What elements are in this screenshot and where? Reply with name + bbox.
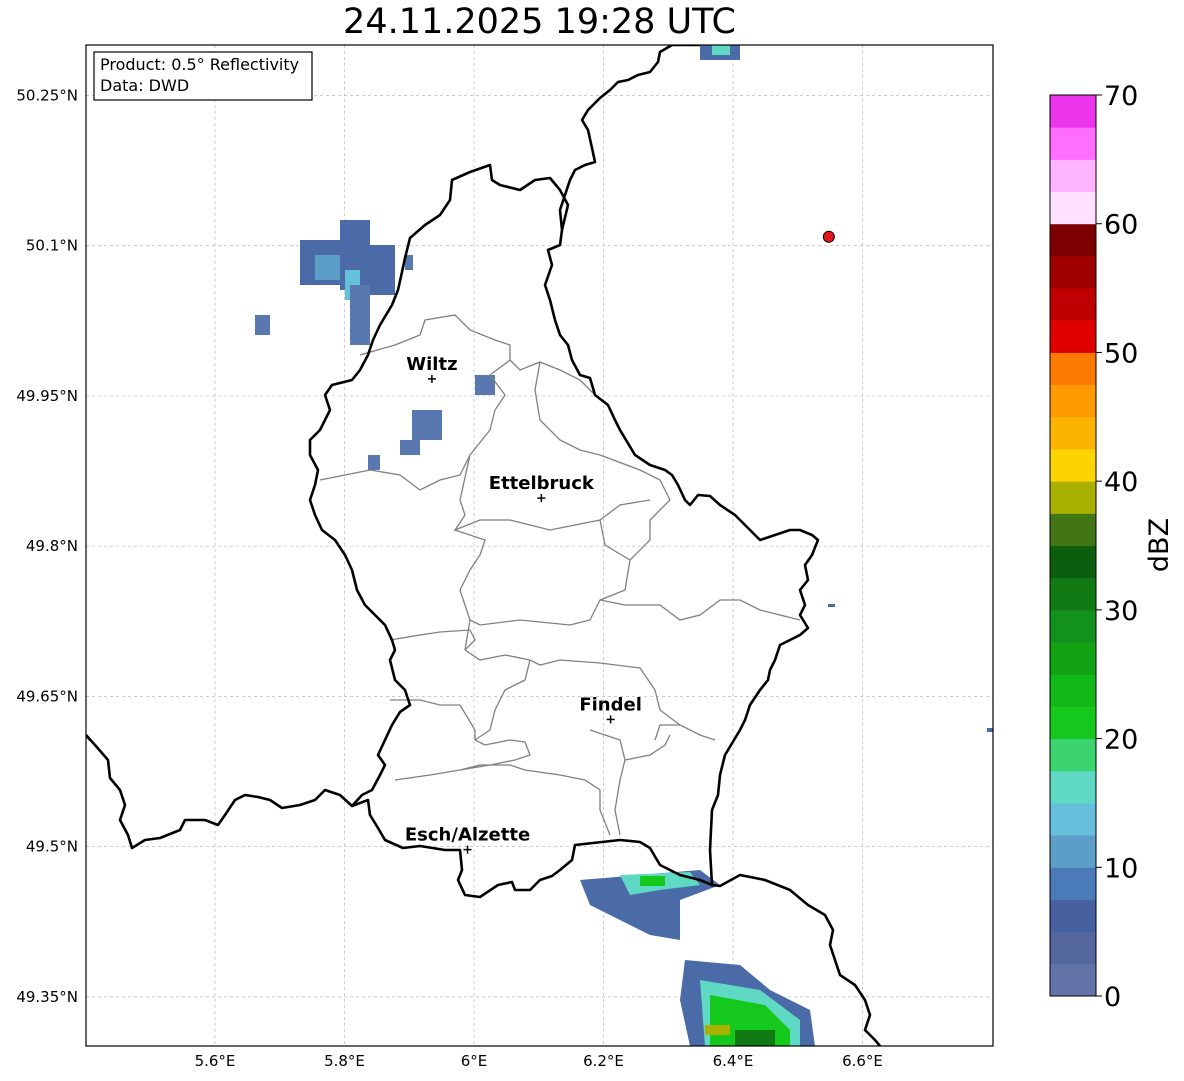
city-label: Esch/Alzette	[405, 825, 530, 846]
city-label: Wiltz	[406, 354, 457, 375]
lat-tick-label: 49.5°N	[26, 838, 78, 856]
lon-tick-label: 6.2°E	[583, 1052, 624, 1070]
info-product: Product: 0.5° Reflectivity	[100, 55, 299, 74]
lat-tick-label: 49.8°N	[26, 537, 78, 555]
lat-tick-label: 49.65°N	[16, 687, 78, 705]
echo-cluster-northwest	[255, 220, 413, 345]
grid-lines	[86, 45, 993, 1046]
echo-cluster-top	[700, 45, 740, 60]
lat-tick-label: 50.1°N	[26, 237, 78, 255]
lat-tick-label: 49.35°N	[16, 988, 78, 1006]
lon-tick-label: 5.6°E	[195, 1052, 236, 1070]
latitude-axis: 50.25°N 50.1°N 49.95°N 49.8°N 49.65°N 49.5°N 4…	[16, 87, 78, 1006]
radar-site-marker	[822, 230, 835, 243]
lat-tick-label: 49.95°N	[16, 387, 78, 405]
info-box: Product: 0.5° Reflectivity Data: DWD	[93, 51, 313, 101]
lon-tick-label: 6.6°E	[842, 1052, 883, 1070]
lon-tick-label: 6.4°E	[713, 1052, 754, 1070]
lon-tick-label: 6°E	[461, 1052, 488, 1070]
info-source: Data: DWD	[100, 76, 189, 95]
city-label: Findel	[579, 694, 642, 715]
canton-borders	[319, 314, 801, 836]
map-frame	[85, 44, 994, 1047]
city-label: Ettelbruck	[489, 473, 595, 494]
longitude-axis: 5.6°E 5.8°E 6°E 6.2°E 6.4°E 6.6°E	[195, 1052, 883, 1070]
radar-echoes	[255, 45, 993, 1046]
radar-map: Wiltz Ettelbruck Findel Esch/Alzette Produc…	[16, 44, 994, 1070]
echo-cluster-wiltz	[368, 375, 495, 470]
lat-tick-label: 50.25°N	[16, 87, 78, 105]
echo-cluster-southeast	[680, 960, 815, 1046]
lon-tick-label: 5.8°E	[324, 1052, 365, 1070]
